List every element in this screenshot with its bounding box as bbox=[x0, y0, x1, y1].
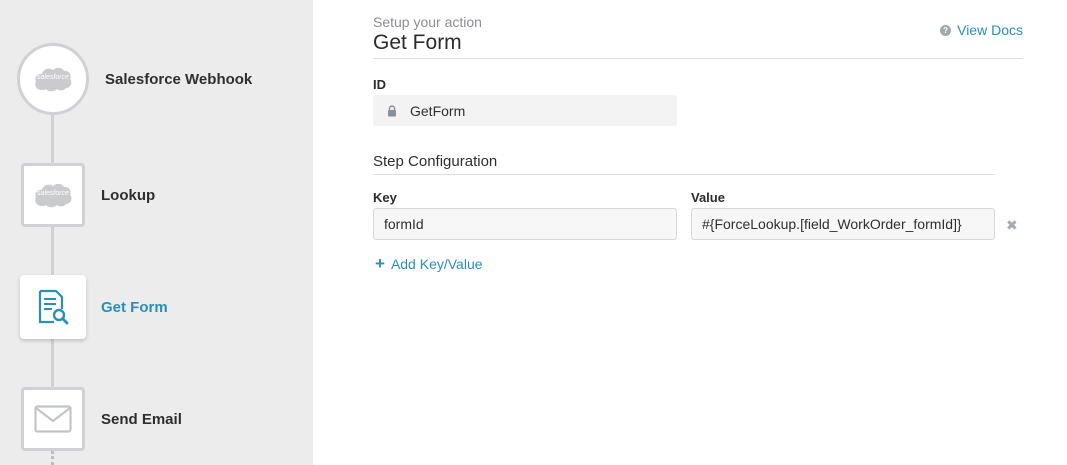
view-docs-label[interactable]: View Docs bbox=[957, 22, 1023, 38]
envelope-icon bbox=[34, 405, 72, 433]
step-label[interactable]: Salesforce Webhook bbox=[105, 71, 252, 88]
value-input[interactable]: #{ForceLookup.[field_WorkOrder_formId]} bbox=[691, 208, 995, 240]
step-connector bbox=[51, 112, 54, 165]
key-input[interactable]: formId bbox=[373, 208, 677, 240]
id-value: GetForm bbox=[410, 102, 466, 119]
step-connector-continue bbox=[51, 451, 54, 465]
step-icon-container[interactable] bbox=[20, 275, 86, 339]
step-connector bbox=[51, 226, 54, 276]
help-icon: ? bbox=[940, 24, 952, 36]
plus-icon: + bbox=[375, 254, 385, 273]
page-subheading: Setup your action bbox=[373, 14, 482, 30]
lock-icon bbox=[388, 104, 396, 116]
add-key-value-label[interactable]: Add Key/Value bbox=[391, 256, 483, 272]
workflow-sidebar: salesforce Salesforce Webhook salesforce… bbox=[0, 0, 313, 465]
form-search-icon bbox=[38, 289, 69, 325]
remove-row-icon[interactable]: ✖ bbox=[1006, 217, 1018, 234]
page-title: Get Form bbox=[373, 31, 462, 54]
id-field-readonly: GetForm bbox=[373, 95, 677, 126]
step-icon-container[interactable]: salesforce bbox=[17, 43, 89, 115]
step-configuration-heading: Step Configuration bbox=[373, 153, 498, 170]
value-column-header: Value bbox=[691, 190, 725, 205]
key-column-header: Key bbox=[373, 190, 397, 205]
view-docs-link[interactable]: ? View Docs bbox=[940, 22, 1023, 38]
divider bbox=[373, 58, 1023, 59]
step-connector bbox=[51, 338, 54, 390]
action-config-panel: Setup your action Get Form ? View Docs I… bbox=[373, 0, 1025, 465]
id-label: ID bbox=[373, 77, 386, 92]
divider bbox=[373, 174, 995, 175]
salesforce-cloud-icon: salesforce bbox=[33, 66, 73, 92]
step-label-active[interactable]: Get Form bbox=[101, 299, 168, 316]
salesforce-cloud-icon: salesforce bbox=[33, 182, 73, 208]
step-icon-container[interactable]: salesforce bbox=[21, 163, 85, 227]
step-label[interactable]: Send Email bbox=[101, 411, 182, 428]
add-key-value-button[interactable]: + Add Key/Value bbox=[375, 254, 483, 273]
step-icon-container[interactable] bbox=[21, 387, 85, 451]
step-label[interactable]: Lookup bbox=[101, 187, 155, 204]
